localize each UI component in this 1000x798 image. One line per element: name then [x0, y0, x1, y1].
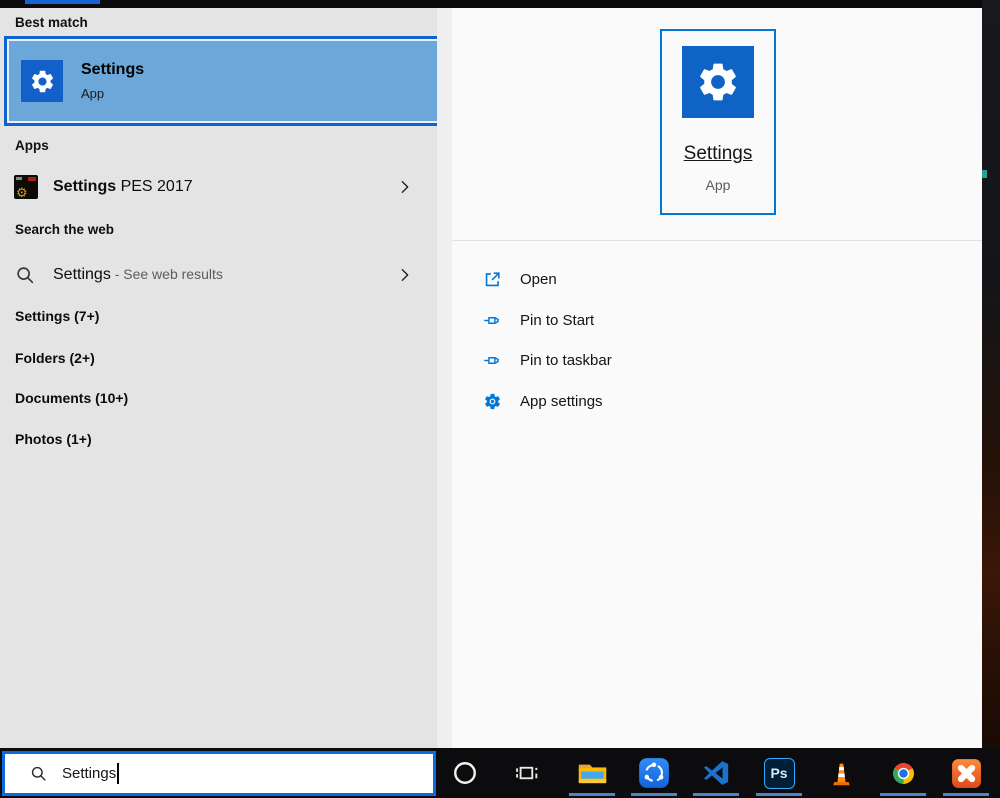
- best-match-header: Best match: [15, 15, 88, 30]
- preview-separator: [452, 240, 982, 241]
- result-settings-pes-2017[interactable]: ⚙ Settings PES 2017: [0, 166, 437, 208]
- search-input[interactable]: Settings: [2, 751, 436, 796]
- action-pin-to-taskbar[interactable]: Pin to taskbar: [483, 347, 612, 373]
- cortana-icon[interactable]: [445, 753, 485, 793]
- photoshop-badge: Ps: [763, 757, 795, 789]
- scrollbar-gutter[interactable]: [437, 8, 452, 751]
- action-pin-to-start[interactable]: Pin to Start: [483, 307, 594, 333]
- task-view-icon[interactable]: [507, 753, 547, 793]
- best-match-text: Settings App: [81, 61, 144, 101]
- open-icon: [483, 270, 502, 289]
- running-indicator: [943, 793, 989, 796]
- shareit-icon[interactable]: [634, 753, 674, 793]
- chrome-icon[interactable]: [883, 753, 923, 793]
- pin-icon: [483, 351, 502, 370]
- settings-app-preview-card[interactable]: Settings App: [660, 29, 776, 215]
- settings-app-tile-large: [682, 46, 754, 118]
- category-photos[interactable]: Photos (1+): [15, 431, 92, 447]
- best-match-subtitle: App: [81, 86, 105, 101]
- result-web-settings[interactable]: Settings - See web results: [0, 254, 437, 296]
- running-indicator: [756, 793, 802, 796]
- search-icon: [14, 264, 36, 286]
- action-label: Pin to Start: [520, 311, 595, 329]
- gear-outline-icon: [483, 392, 502, 411]
- vscode-icon[interactable]: [696, 753, 736, 793]
- text-cursor: [117, 763, 120, 784]
- action-label: Open: [520, 270, 557, 288]
- result-label: Settings - See web results: [53, 266, 223, 283]
- xampp-icon[interactable]: [946, 753, 986, 793]
- result-label: Settings PES 2017: [53, 178, 193, 195]
- vlc-icon[interactable]: [821, 753, 861, 793]
- running-indicator: [693, 793, 739, 796]
- desktop-window-edge: [982, 170, 987, 178]
- action-open[interactable]: Open: [483, 266, 557, 292]
- window-top-accent: [25, 0, 100, 4]
- gear-icon: [29, 68, 56, 95]
- category-documents[interactable]: Documents (10+): [15, 390, 128, 406]
- running-indicator: [880, 793, 926, 796]
- action-label: App settings: [520, 392, 603, 410]
- file-explorer-icon[interactable]: [572, 753, 612, 793]
- window-top-bar: [0, 0, 982, 8]
- preview-app-type: App: [705, 177, 731, 193]
- pes-settings-icon: ⚙: [14, 175, 38, 199]
- desktop-edge: [982, 0, 1000, 798]
- photoshop-icon[interactable]: Ps: [759, 753, 799, 793]
- running-indicator: [631, 793, 677, 796]
- search-results-panel: Best match Settings App Apps ⚙ Settings …: [0, 8, 446, 751]
- search-input-value: Settings: [62, 765, 117, 782]
- running-indicator: [569, 793, 615, 796]
- best-match-title: Settings: [81, 61, 145, 78]
- chevron-right-icon[interactable]: [397, 267, 413, 283]
- action-label: Pin to taskbar: [520, 351, 612, 369]
- category-folders[interactable]: Folders (2+): [15, 350, 95, 366]
- windows-search-screen: Best match Settings App Apps ⚙ Settings …: [0, 0, 1000, 798]
- settings-app-tile: [21, 60, 63, 102]
- category-settings[interactable]: Settings (7+): [15, 308, 99, 324]
- preview-app-name: Settings: [683, 143, 753, 164]
- search-web-header: Search the web: [15, 222, 115, 237]
- apps-header: Apps: [15, 138, 49, 153]
- gear-icon: [695, 59, 741, 105]
- preview-panel: Settings App Open Pin to Start Pin to ta…: [452, 8, 982, 751]
- chevron-right-icon[interactable]: [397, 179, 413, 195]
- action-app-settings[interactable]: App settings: [483, 388, 603, 414]
- best-match-result-settings[interactable]: Settings App: [4, 36, 446, 126]
- search-icon: [29, 764, 48, 783]
- pin-icon: [483, 311, 502, 330]
